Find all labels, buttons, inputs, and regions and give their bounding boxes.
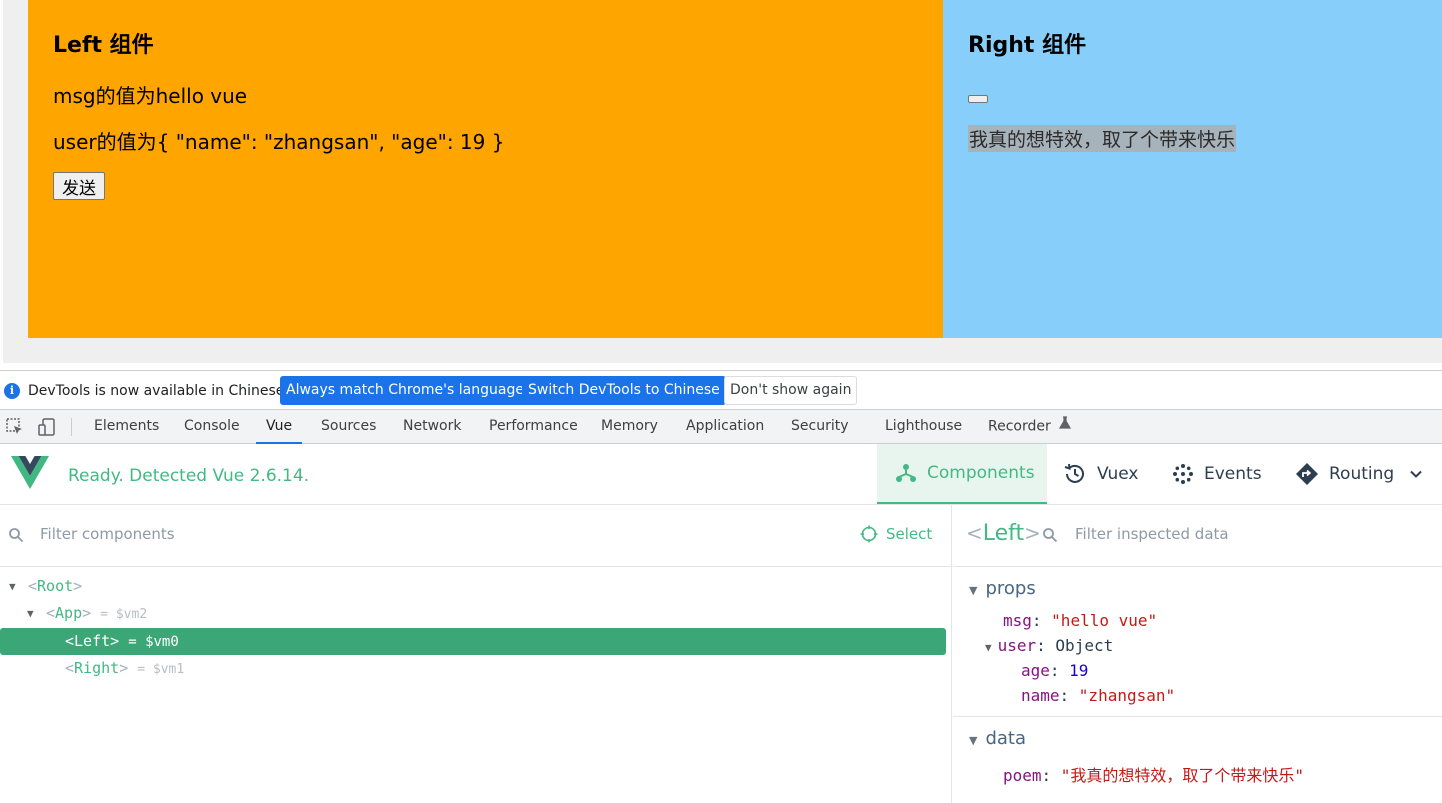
tree-node-app[interactable]: ▼ <App> = $vm2 <box>0 600 946 627</box>
tabbar-divider <box>71 418 72 436</box>
page-viewport: Left 组件 msg的值为hello vue user的值为{ "name":… <box>0 0 1442 363</box>
expand-triangle-icon[interactable]: ▼ <box>27 600 34 627</box>
crosshair-icon <box>860 525 878 543</box>
tree-node-ref: = $vm1 <box>137 662 185 677</box>
tab-recorder[interactable]: Recorder <box>988 410 1072 444</box>
tab-console[interactable]: Console <box>184 410 240 444</box>
tree-node-name: Left <box>74 632 111 650</box>
match-chrome-language-button[interactable]: Always match Chrome's language <box>280 376 530 405</box>
tab-sources[interactable]: Sources <box>321 410 376 444</box>
right-component: Right 组件 我真的想特效，取了个带来快乐 <box>943 0 1442 338</box>
tree-node-root[interactable]: ▼ <Root> <box>0 573 946 600</box>
tab-performance[interactable]: Performance <box>489 410 578 444</box>
tree-node-left[interactable]: <Left> = $vm0 <box>0 628 946 655</box>
tab-security[interactable]: Security <box>791 410 849 444</box>
search-icon <box>8 527 24 548</box>
poem-text: 我真的想特效，取了个带来快乐 <box>968 125 1237 152</box>
select-component-button[interactable]: Select <box>860 525 932 543</box>
tree-node-name: Root <box>37 577 74 595</box>
data-section-header[interactable]: ▼ data <box>969 728 1026 749</box>
nav-components-label: Components <box>927 463 1035 483</box>
flask-icon <box>1059 410 1072 443</box>
props-label: props <box>985 578 1036 599</box>
collapse-triangle-icon[interactable]: ▼ <box>969 584 977 597</box>
select-label: Select <box>886 525 933 543</box>
tree-node-right[interactable]: <Right> = $vm1 <box>0 655 946 682</box>
filter-inspected-data-input[interactable] <box>1075 525 1425 543</box>
collapse-triangle-icon[interactable]: ▼ <box>969 734 977 747</box>
chevron-down-icon[interactable] <box>1408 466 1424 482</box>
inspected-component-name: <Left> <box>966 521 1041 546</box>
expand-triangle-icon[interactable]: ▼ <box>9 573 16 600</box>
msg-value-text: msg的值为hello vue <box>53 84 248 108</box>
vue-devtools-header: Ready. Detected Vue 2.6.14. Components V… <box>0 444 1442 505</box>
dont-show-again-button[interactable]: Don't show again <box>724 376 858 405</box>
collapse-triangle-icon[interactable]: ▼ <box>985 641 992 654</box>
nav-vuex-label: Vuex <box>1097 464 1139 484</box>
filter-components-input[interactable] <box>40 525 740 543</box>
directions-icon <box>1296 463 1318 485</box>
vue-logo-icon <box>11 456 49 495</box>
tree-node-ref: = $vm0 <box>128 634 179 650</box>
tree-node-name: App <box>55 604 83 622</box>
events-icon <box>1173 464 1193 484</box>
history-icon <box>1064 463 1084 483</box>
search-icon <box>1042 527 1058 548</box>
tree-node-ref: = $vm2 <box>100 607 148 622</box>
device-toolbar-icon[interactable] <box>37 417 57 437</box>
nav-events[interactable]: Events <box>1172 444 1262 504</box>
data-label: data <box>985 728 1027 749</box>
viewport-edge <box>0 0 3 363</box>
section-divider <box>953 716 1442 717</box>
switch-devtools-chinese-button[interactable]: Switch DevTools to Chinese <box>522 376 726 405</box>
nav-vuex[interactable]: Vuex <box>1063 444 1138 504</box>
tab-memory[interactable]: Memory <box>601 410 658 444</box>
component-filter-bar: Select <box>0 505 952 567</box>
data-poem: poem: "我真的想特效，取了个带来快乐" <box>1003 766 1305 785</box>
nav-routing-label: Routing <box>1329 464 1395 484</box>
user-value-text: user的值为{ "name": "zhangsan", "age": 19 } <box>53 130 505 154</box>
component-tree-pane: Select ▼ <Root> ▼ <App> = $vm2 <Left> = … <box>0 505 952 803</box>
inspector-header: <Left> <box>953 505 1442 567</box>
nav-events-label: Events <box>1204 464 1262 484</box>
tab-recorder-label: Recorder <box>988 418 1051 435</box>
left-component: Left 组件 msg的值为hello vue user的值为{ "name":… <box>28 0 943 338</box>
prop-user-name: name: "zhangsan" <box>1021 686 1176 705</box>
infobar-message: DevTools is now available in Chinese! <box>28 383 290 399</box>
nav-routing[interactable]: Routing <box>1295 444 1434 504</box>
prop-user-age: age: 19 <box>1021 661 1089 680</box>
left-component-title: Left 组件 <box>53 33 154 58</box>
right-component-title: Right 组件 <box>968 33 1087 58</box>
tab-network[interactable]: Network <box>403 410 461 444</box>
tab-elements[interactable]: Elements <box>94 410 159 444</box>
prop-msg: msg: "hello vue" <box>1003 611 1158 630</box>
inspect-element-icon[interactable] <box>5 417 25 437</box>
prop-user[interactable]: ▼ user: Object <box>985 636 1113 655</box>
empty-button[interactable] <box>968 95 988 103</box>
tab-vue[interactable]: Vue <box>256 410 303 444</box>
nav-components[interactable]: Components <box>877 444 1047 504</box>
components-icon <box>896 464 916 482</box>
tab-lighthouse[interactable]: Lighthouse <box>885 410 962 444</box>
devtools-tabbar: Elements Console Vue Sources Network Per… <box>0 410 1442 444</box>
tree-node-name: Right <box>74 659 120 677</box>
info-icon: i <box>4 383 20 399</box>
vue-detected-status: Ready. Detected Vue 2.6.14. <box>68 466 310 486</box>
props-section-header[interactable]: ▼ props <box>969 578 1036 599</box>
send-button[interactable]: 发送 <box>53 172 105 200</box>
tab-application[interactable]: Application <box>686 410 764 444</box>
inspector-pane: <Left> ▼ props msg: "hello vue" ▼user: Ob… <box>953 505 1442 803</box>
devtools-language-infobar: i DevTools is now available in Chinese! … <box>0 370 1442 410</box>
